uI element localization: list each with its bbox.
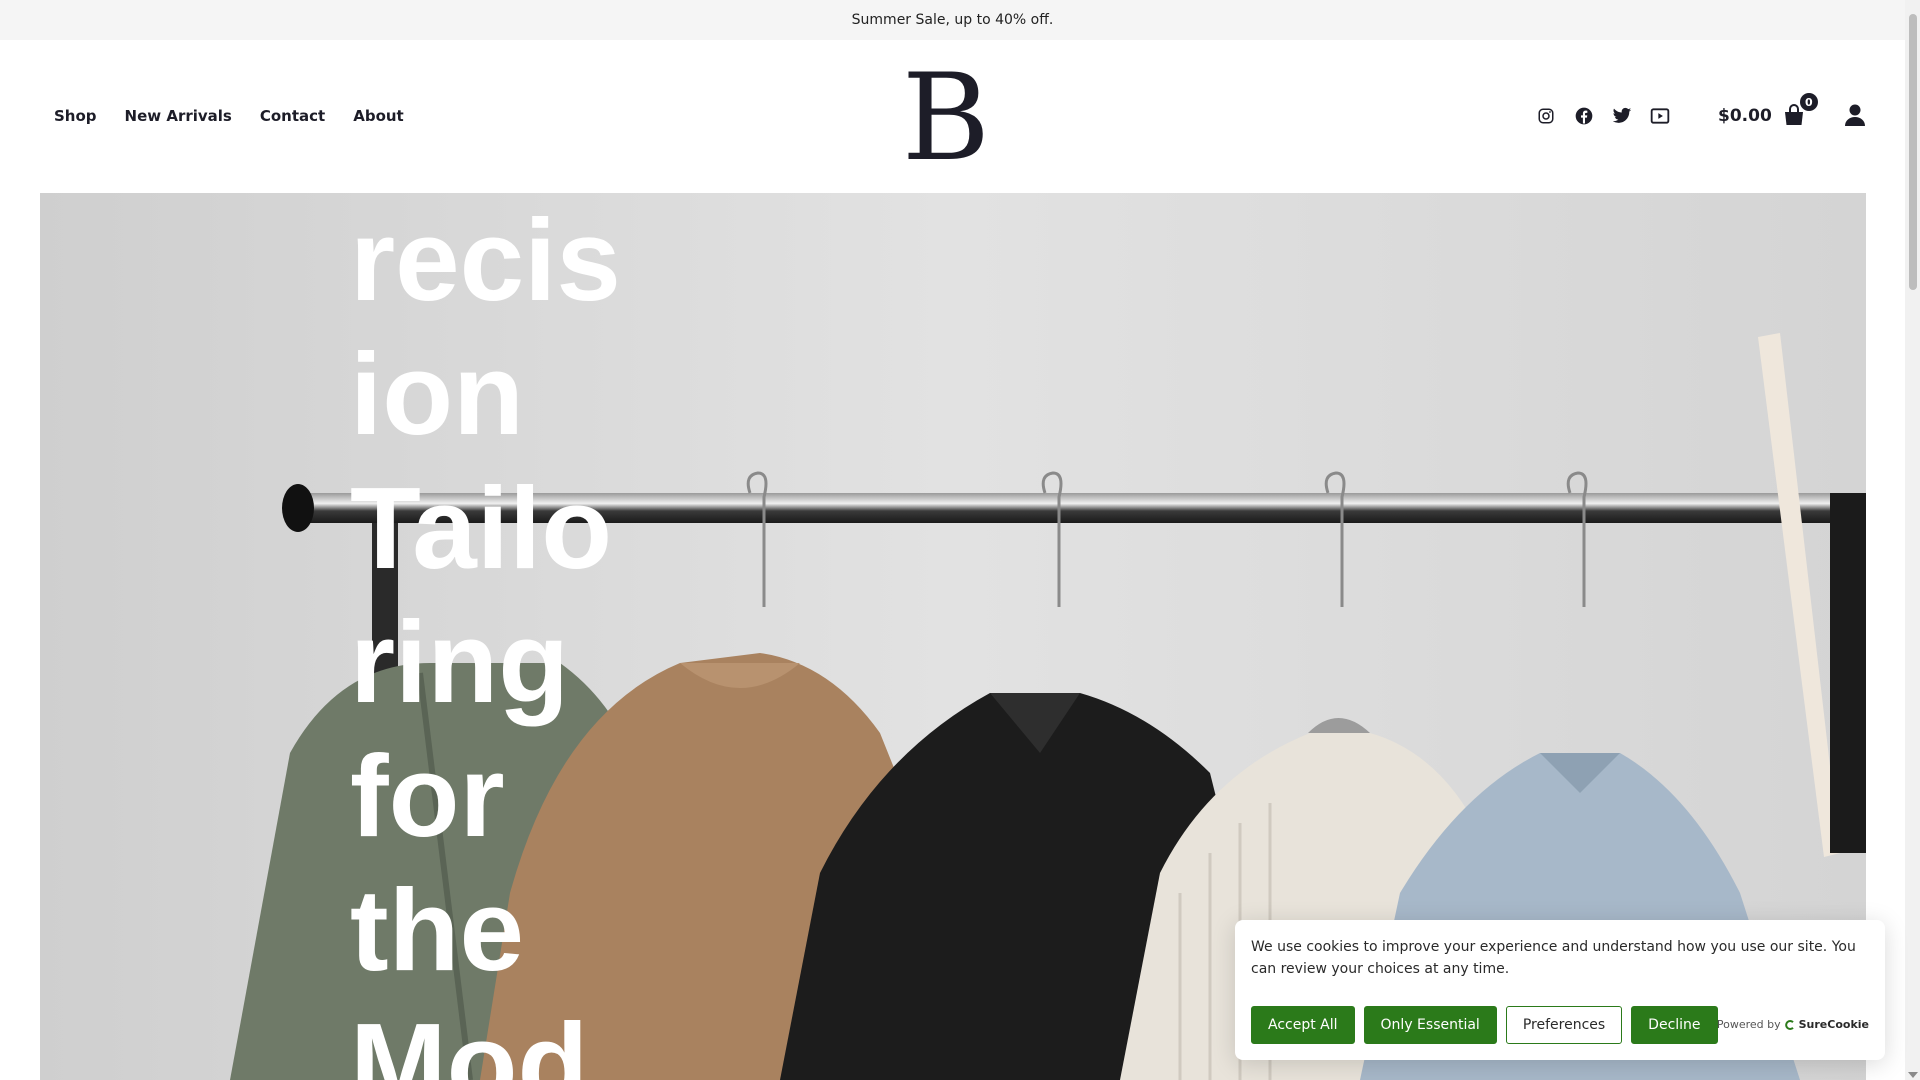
cookie-actions: Accept All Only Essential Preferences De… <box>1251 1006 1718 1044</box>
hero-title: recis ion Tailo ring for the Mod <box>350 193 750 1080</box>
decline-button[interactable]: Decline <box>1631 1006 1718 1044</box>
cookie-consent-banner: We use cookies to improve your experienc… <box>1235 920 1885 1060</box>
surecookie-logo-icon <box>1784 1019 1794 1030</box>
cart-count-badge: 0 <box>1799 93 1818 111</box>
instagram-icon[interactable] <box>1535 105 1557 127</box>
shopping-bag-icon[interactable]: 0 <box>1782 93 1818 129</box>
announcement-text: Summer Sale, up to 40% off. <box>851 12 1054 28</box>
cookie-message: We use cookies to improve your experienc… <box>1251 939 1856 977</box>
main-nav: Shop New Arrivals Contact About <box>54 40 404 192</box>
accept-all-button[interactable]: Accept All <box>1251 1006 1355 1044</box>
hero-title-line: recis <box>350 195 621 325</box>
hero-title-line: Tailo <box>350 463 613 593</box>
powered-by-label: Powered by <box>1716 1018 1781 1031</box>
social-links <box>1535 40 1671 192</box>
cart-total: $0.00 <box>1718 106 1772 126</box>
powered-by[interactable]: Powered by SureCookie <box>1717 1018 1869 1031</box>
hero-title-line: ring <box>350 597 570 727</box>
site-header: Shop New Arrivals Contact About B $0.00 … <box>0 40 1905 192</box>
svg-text:B: B <box>902 64 990 174</box>
cart[interactable]: $0.00 0 <box>1718 40 1818 192</box>
only-essential-button[interactable]: Only Essential <box>1363 1006 1497 1044</box>
site-logo[interactable]: B <box>898 49 994 188</box>
nav-shop[interactable]: Shop <box>54 107 97 125</box>
page-scrollbar[interactable] <box>1905 0 1920 1080</box>
hero-title-line: the <box>350 865 524 995</box>
twitter-icon[interactable] <box>1611 105 1633 127</box>
page: Summer Sale, up to 40% off. Shop New Arr… <box>0 0 1920 1080</box>
facebook-icon[interactable] <box>1573 105 1595 127</box>
hero-title-line: Mod <box>350 999 589 1080</box>
account-icon[interactable] <box>1844 103 1868 129</box>
youtube-icon[interactable] <box>1649 105 1671 127</box>
hero-title-line: for <box>350 731 505 861</box>
announcement-bar: Summer Sale, up to 40% off. <box>0 0 1905 40</box>
provider-name: SureCookie <box>1798 1018 1869 1031</box>
logo-letter-b: B <box>902 49 990 188</box>
scroll-down-arrow-icon[interactable] <box>1908 1072 1918 1078</box>
hero-title-line: ion <box>350 329 524 459</box>
nav-about[interactable]: About <box>353 107 404 125</box>
scrollbar-thumb[interactable] <box>1909 14 1917 290</box>
preferences-button[interactable]: Preferences <box>1505 1006 1623 1044</box>
nav-new-arrivals[interactable]: New Arrivals <box>125 107 232 125</box>
nav-contact[interactable]: Contact <box>260 107 325 125</box>
